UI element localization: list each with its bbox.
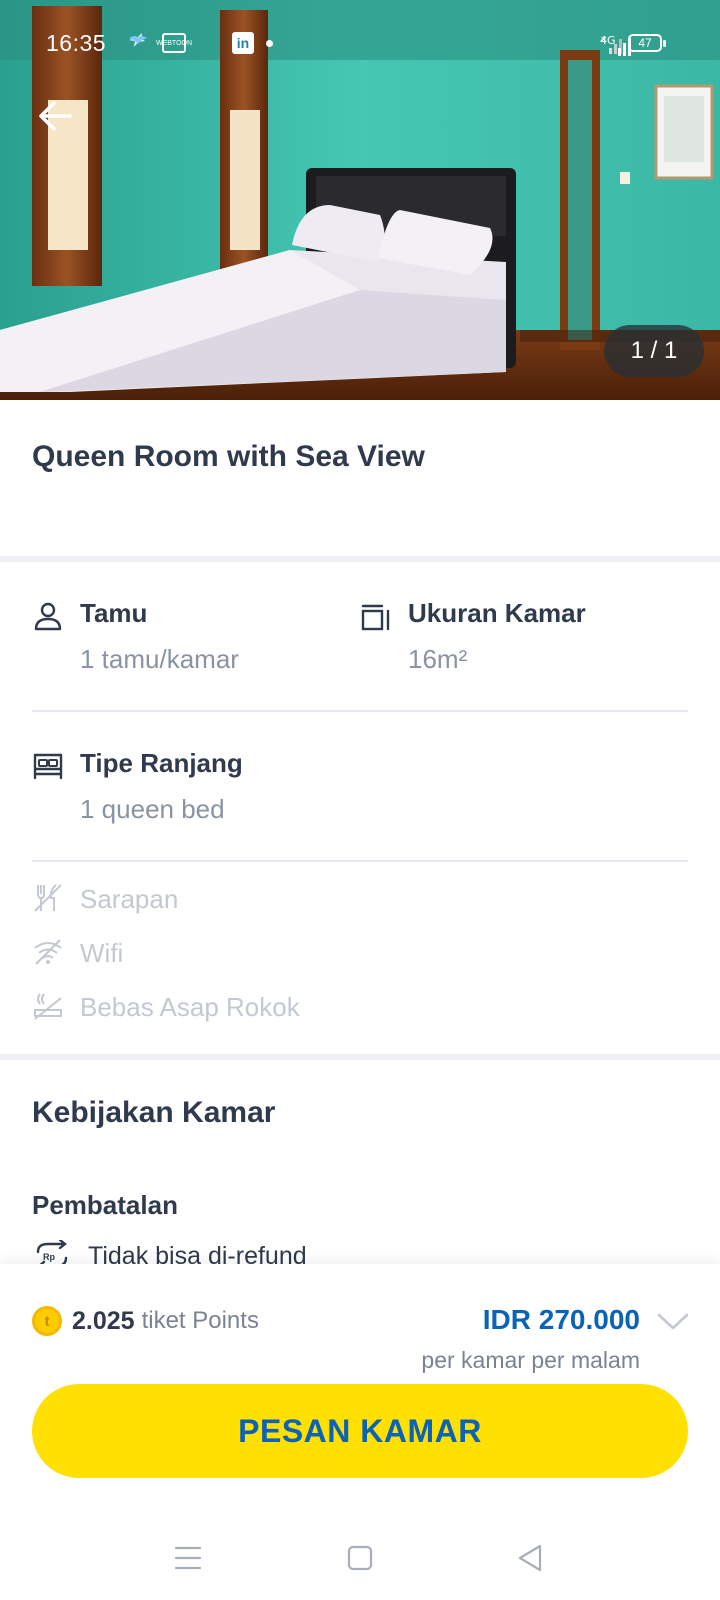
bed-type-label: Tipe Ranjang <box>80 748 243 778</box>
amenity-label: Sarapan <box>80 884 179 914</box>
price[interactable]: IDR 270.000 <box>483 1304 640 1336</box>
coin-icon: t <box>32 1306 62 1336</box>
person-icon <box>34 602 62 631</box>
svg-text:Rp: Rp <box>43 1252 55 1262</box>
guests-label: Tamu <box>80 598 148 628</box>
points-value: 2.025 <box>72 1306 135 1335</box>
no-wifi-icon <box>34 939 62 965</box>
no-breakfast-icon <box>34 884 62 912</box>
amenity-label: Bebas Asap Rokok <box>80 992 300 1022</box>
section-divider <box>0 556 720 562</box>
menu-icon[interactable] <box>168 1538 208 1578</box>
notification-icons: WEBTOON in <box>128 32 273 54</box>
section-divider <box>0 1054 720 1060</box>
bed-icon <box>33 753 63 780</box>
tiket-points: t 2.025 tiket Points <box>32 1306 259 1336</box>
system-icons: × 4G 47 <box>600 34 666 56</box>
room-size-value: 16m² <box>408 644 468 674</box>
room-size-icon <box>361 604 390 631</box>
bed-type-feature: Tipe Ranjang 1 queen bed <box>32 748 432 828</box>
chevron-down-icon[interactable] <box>656 1308 690 1334</box>
back-nav-icon[interactable] <box>510 1538 550 1578</box>
photo-counter: 1 / 1 <box>604 325 704 377</box>
policy-title: Kebijakan Kamar <box>32 1096 276 1129</box>
guests-feature: Tamu 1 tamu/kamar <box>32 598 332 678</box>
arrow-left-icon <box>39 101 72 131</box>
booking-bar: t 2.025 tiket Points IDR 270.000 per kam… <box>0 1264 720 1516</box>
points-unit: tiket Points <box>141 1307 259 1334</box>
webtoon-icon: WEBTOON <box>156 33 192 53</box>
cancellation-title: Pembatalan <box>32 1190 178 1220</box>
battery-icon: 47 <box>628 34 666 52</box>
room-size-feature: Ukuran Kamar 16m² <box>360 598 690 678</box>
room-title: Queen Room with Sea View <box>32 440 425 473</box>
system-nav-bar <box>0 1516 720 1600</box>
book-room-button[interactable]: PESAN KAMAR <box>32 1384 688 1478</box>
back-button[interactable] <box>36 96 76 136</box>
price-note: per kamar per malam <box>421 1347 640 1373</box>
bed-type-value: 1 queen bed <box>80 794 225 824</box>
amenity-breakfast: Sarapan <box>32 878 432 918</box>
home-icon[interactable] <box>340 1538 380 1578</box>
amenity-no-smoking: Bebas Asap Rokok <box>32 986 452 1026</box>
divider <box>32 860 688 862</box>
bluebird-icon <box>129 32 220 54</box>
divider <box>32 710 688 712</box>
status-bar: 16:35 WEBTOON in × 4G 47 <box>0 24 720 64</box>
no-smoking-icon <box>34 993 62 1020</box>
status-time: 16:35 <box>46 30 107 56</box>
svg-text:4G: 4G <box>600 34 616 47</box>
guests-value: 1 tamu/kamar <box>80 644 239 674</box>
room-photo[interactable]: 16:35 WEBTOON in × 4G 47 1 / 1 <box>0 0 720 400</box>
amenity-label: Wifi <box>80 938 124 968</box>
amenity-wifi: Wifi <box>32 932 432 972</box>
linkedin-icon: in <box>232 32 254 54</box>
room-size-label: Ukuran Kamar <box>408 598 586 628</box>
dot-icon <box>266 39 273 47</box>
